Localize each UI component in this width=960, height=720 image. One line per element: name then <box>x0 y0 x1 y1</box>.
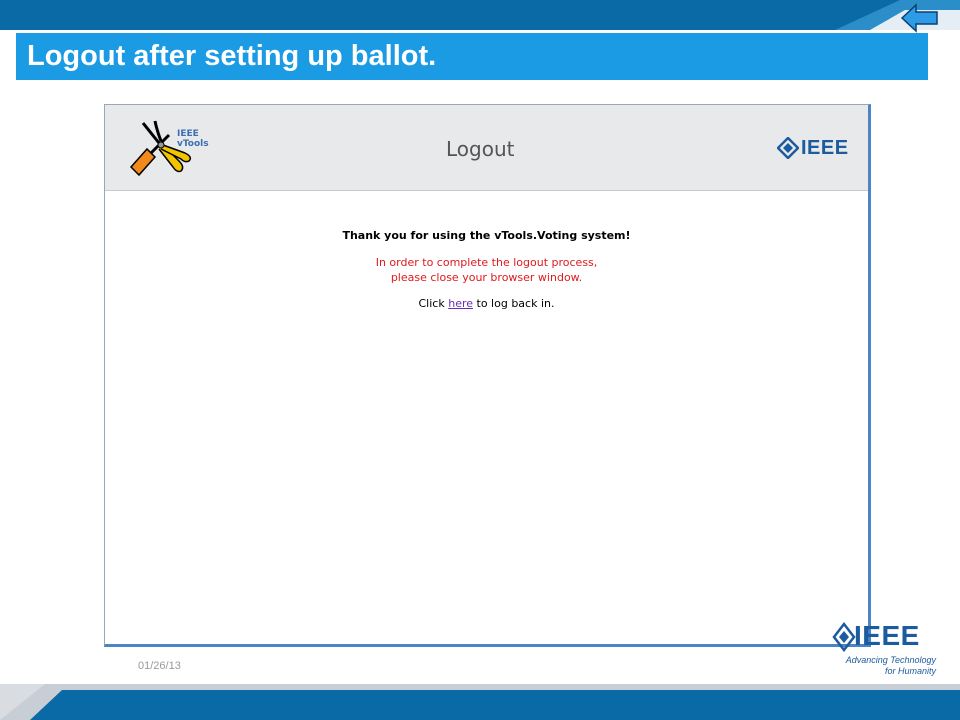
vtools-logo-line1: IEEE <box>177 129 199 139</box>
vtools-logo: IEEE vTools <box>125 117 215 179</box>
ieee-footer-logo: IEEE Advancing Technology for Humanity <box>832 620 942 680</box>
bottom-band <box>0 684 960 720</box>
ieee-tagline-line1: Advancing Technology <box>845 655 936 665</box>
thank-you-message: Thank you for using the vTools.Voting sy… <box>342 229 631 242</box>
back-button[interactable] <box>900 2 940 34</box>
log-back-in-suffix: to log back in. <box>473 297 555 310</box>
log-back-in-text: Click here to log back in. <box>105 297 868 311</box>
log-back-in-link[interactable]: here <box>448 297 473 310</box>
log-back-in-prefix: Click <box>418 297 449 310</box>
slide-date: 01/26/13 <box>138 660 181 672</box>
ieee-tagline-line2: for Humanity <box>884 666 936 676</box>
ieee-footer-brand: IEEE <box>854 620 920 651</box>
logout-instruction-line2: please close your browser window. <box>390 271 583 284</box>
app-screenshot: IEEE vTools Logout IEEE Thank you for us… <box>104 104 871 647</box>
app-header: IEEE vTools Logout IEEE <box>105 105 868 191</box>
slide-title-bar: Logout after setting up ballot. <box>16 33 928 80</box>
vtools-logo-line2: vTools <box>177 139 209 149</box>
back-arrow-icon <box>900 3 938 33</box>
page-heading: Logout <box>446 137 515 161</box>
ieee-brand-text: IEEE <box>801 137 849 159</box>
logout-instruction-line1: In order to complete the logout process, <box>375 256 598 269</box>
top-band <box>0 0 960 30</box>
ieee-diamond-icon <box>777 137 799 159</box>
slide-title: Logout after setting up ballot. <box>27 40 437 72</box>
ieee-header-logo: IEEE <box>777 137 853 159</box>
ieee-diamond-icon <box>832 622 856 652</box>
